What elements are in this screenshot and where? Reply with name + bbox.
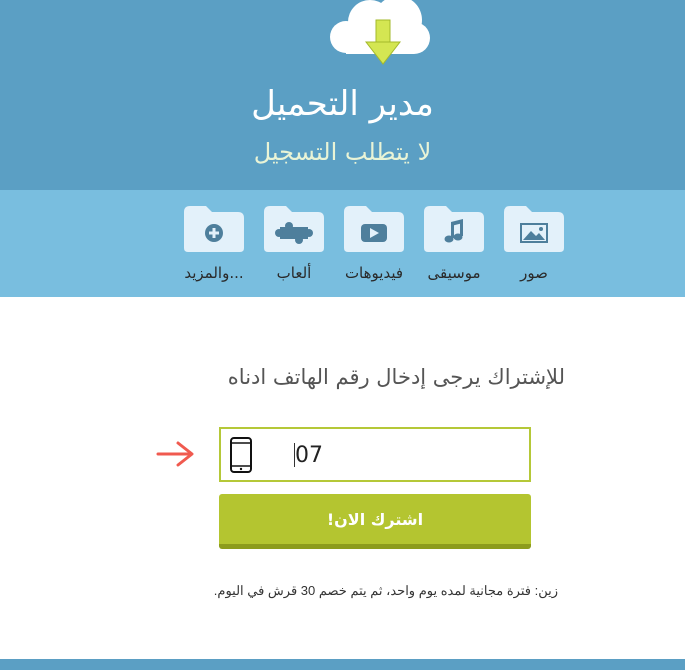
category-music[interactable]: موسيقى — [414, 204, 494, 284]
footer-bar — [0, 659, 685, 670]
image-icon — [504, 206, 564, 252]
app-subtitle: لا يتطلب التسجيل — [253, 138, 432, 166]
disclaimer-text: زين: فترة مجانية لمده يوم واحد، ثم يتم خ… — [213, 583, 558, 598]
category-videos[interactable]: فيديوهات — [334, 204, 414, 284]
puzzle-icon — [264, 206, 324, 252]
subscribe-button[interactable]: اشترك الان! — [219, 494, 531, 549]
subscribe-instruction: للإشتراك يرجى إدخال رقم الهاتف ادناه — [227, 365, 565, 389]
category-label: صور — [520, 264, 548, 282]
category-more[interactable]: والمزيد... — [174, 204, 254, 284]
phone-field[interactable] — [219, 427, 531, 482]
category-bar: والمزيد... ألعاب فيديوهات موسيقى صور — [0, 190, 685, 297]
plus-circle-icon — [184, 206, 244, 252]
category-images[interactable]: صور — [494, 204, 574, 284]
phone-input[interactable] — [295, 436, 495, 474]
arrow-right-icon — [156, 441, 194, 467]
cloud-download-icon — [330, 0, 430, 65]
music-note-icon — [424, 206, 484, 252]
app-title: مدير التحميل — [251, 84, 434, 124]
category-games[interactable]: ألعاب — [254, 204, 334, 284]
page: مدير التحميل لا يتطلب التسجيل والمزيد... — [0, 0, 685, 670]
mobile-phone-icon — [230, 437, 252, 473]
play-icon — [344, 206, 404, 252]
header: مدير التحميل لا يتطلب التسجيل — [0, 0, 685, 190]
